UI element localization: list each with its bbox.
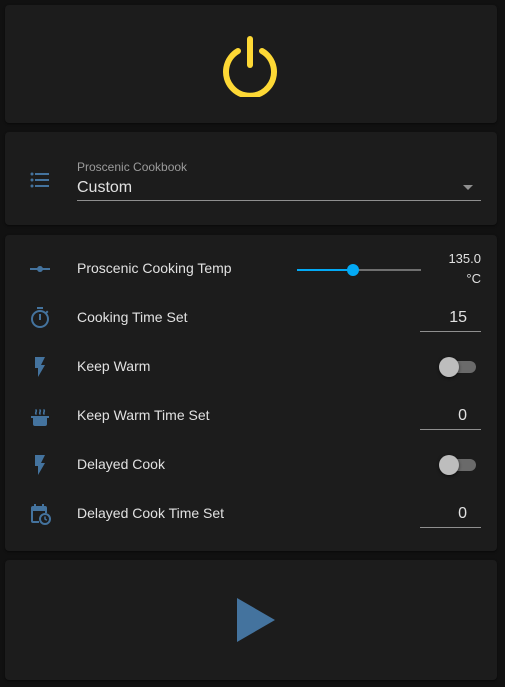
toggle-knob xyxy=(439,357,459,377)
slider-thumb[interactable] xyxy=(346,264,359,276)
play-card xyxy=(5,560,497,680)
cooking-temp-value: 135.0 °C xyxy=(435,249,481,289)
power-card xyxy=(5,5,497,123)
delayed-cook-toggle[interactable] xyxy=(439,455,477,475)
entity-row-keep-warm: Keep Warm xyxy=(5,347,497,387)
entity-label: Delayed Cook Time Set xyxy=(77,505,225,521)
cooking-time-value: 15 xyxy=(449,309,467,326)
flash-icon xyxy=(28,355,52,379)
cooking-temp-number: 135.0 xyxy=(448,251,481,266)
select-underline xyxy=(77,200,481,201)
cookbook-select[interactable]: Proscenic Cookbook Custom xyxy=(77,154,481,202)
play-button[interactable] xyxy=(231,594,279,646)
entities-card: Proscenic Cooking Temp 135.0 °C Cooking … xyxy=(5,235,497,551)
input-underline xyxy=(420,527,481,528)
toggle-knob xyxy=(439,455,459,475)
keep-warm-time-input[interactable]: 0 xyxy=(420,402,481,430)
entity-label: Proscenic Cooking Temp xyxy=(77,260,232,276)
keep-warm-toggle[interactable] xyxy=(439,357,477,377)
input-underline xyxy=(420,331,481,332)
entity-row-cooking-temp: Proscenic Cooking Temp 135.0 °C xyxy=(5,249,497,289)
entity-label: Delayed Cook xyxy=(77,456,165,472)
delayed-cook-time-input[interactable]: 0 xyxy=(420,500,481,528)
power-button[interactable] xyxy=(219,35,281,99)
play-icon xyxy=(237,598,275,642)
timer-outline-icon xyxy=(28,306,52,330)
cooking-temp-unit: °C xyxy=(466,271,481,286)
flash-icon xyxy=(28,453,52,477)
delayed-cook-time-value: 0 xyxy=(458,505,467,522)
format-list-bulleted-icon xyxy=(28,168,52,192)
power-icon xyxy=(223,36,277,99)
entity-row-keep-warm-time: Keep Warm Time Set 0 xyxy=(5,396,497,436)
pot-steam-icon xyxy=(28,404,52,428)
calendar-clock-icon xyxy=(28,502,52,526)
entity-label: Keep Warm Time Set xyxy=(77,407,210,423)
cookbook-select-value: Custom xyxy=(77,179,133,196)
entity-label: Cooking Time Set xyxy=(77,309,188,325)
input-underline xyxy=(420,429,481,430)
cooking-temp-slider[interactable] xyxy=(297,263,421,277)
entity-row-delayed-cook: Delayed Cook xyxy=(5,445,497,485)
entity-label: Keep Warm xyxy=(77,358,151,374)
entity-row-delayed-cook-time: Delayed Cook Time Set 0 xyxy=(5,494,497,534)
chevron-down-icon[interactable] xyxy=(463,185,473,190)
cookbook-card: Proscenic Cookbook Custom xyxy=(5,132,497,225)
cookbook-select-label: Proscenic Cookbook xyxy=(77,160,188,174)
keep-warm-time-value: 0 xyxy=(458,407,467,424)
ray-vertex-icon xyxy=(28,257,52,281)
cooking-time-input[interactable]: 15 xyxy=(420,304,481,332)
slider-fill xyxy=(297,269,353,271)
entity-row-cooking-time: Cooking Time Set 15 xyxy=(5,298,497,338)
